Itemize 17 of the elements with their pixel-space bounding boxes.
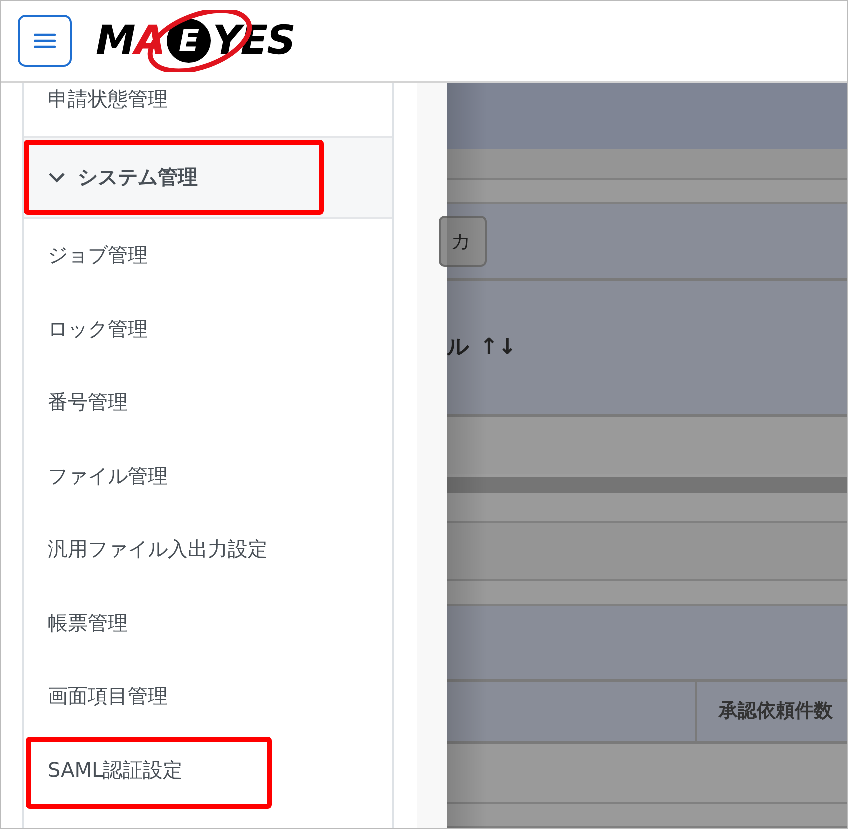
section-label: システム管理 [78, 164, 198, 191]
table-header-cell: 承認依頼件数 [695, 682, 833, 741]
sidebar-item[interactable]: ジョブ管理 [48, 240, 148, 270]
sidebar-section-header[interactable]: システム管理 [24, 136, 392, 218]
sidebar-item[interactable]: 画面項目管理 [48, 681, 168, 712]
menu-button[interactable] [18, 15, 72, 67]
sort-icon[interactable]: ↑↓ [480, 331, 517, 364]
sidebar-item[interactable]: 番号管理 [48, 387, 128, 418]
sidebar-item[interactable]: SAML認証設定 [48, 754, 184, 785]
column-header: ル [447, 334, 470, 362]
sidebar-item[interactable]: ファイル管理 [48, 460, 168, 491]
sidebar-item[interactable]: 帳票管理 [48, 608, 128, 638]
button[interactable]: カ [439, 216, 487, 266]
sidebar-item[interactable]: 汎用ファイル入出力設定 [48, 534, 268, 564]
sidebar-item[interactable]: 申請状態管理 [48, 84, 168, 114]
menu-icon [34, 33, 56, 49]
sidebar-item[interactable]: ロック管理 [48, 314, 148, 344]
